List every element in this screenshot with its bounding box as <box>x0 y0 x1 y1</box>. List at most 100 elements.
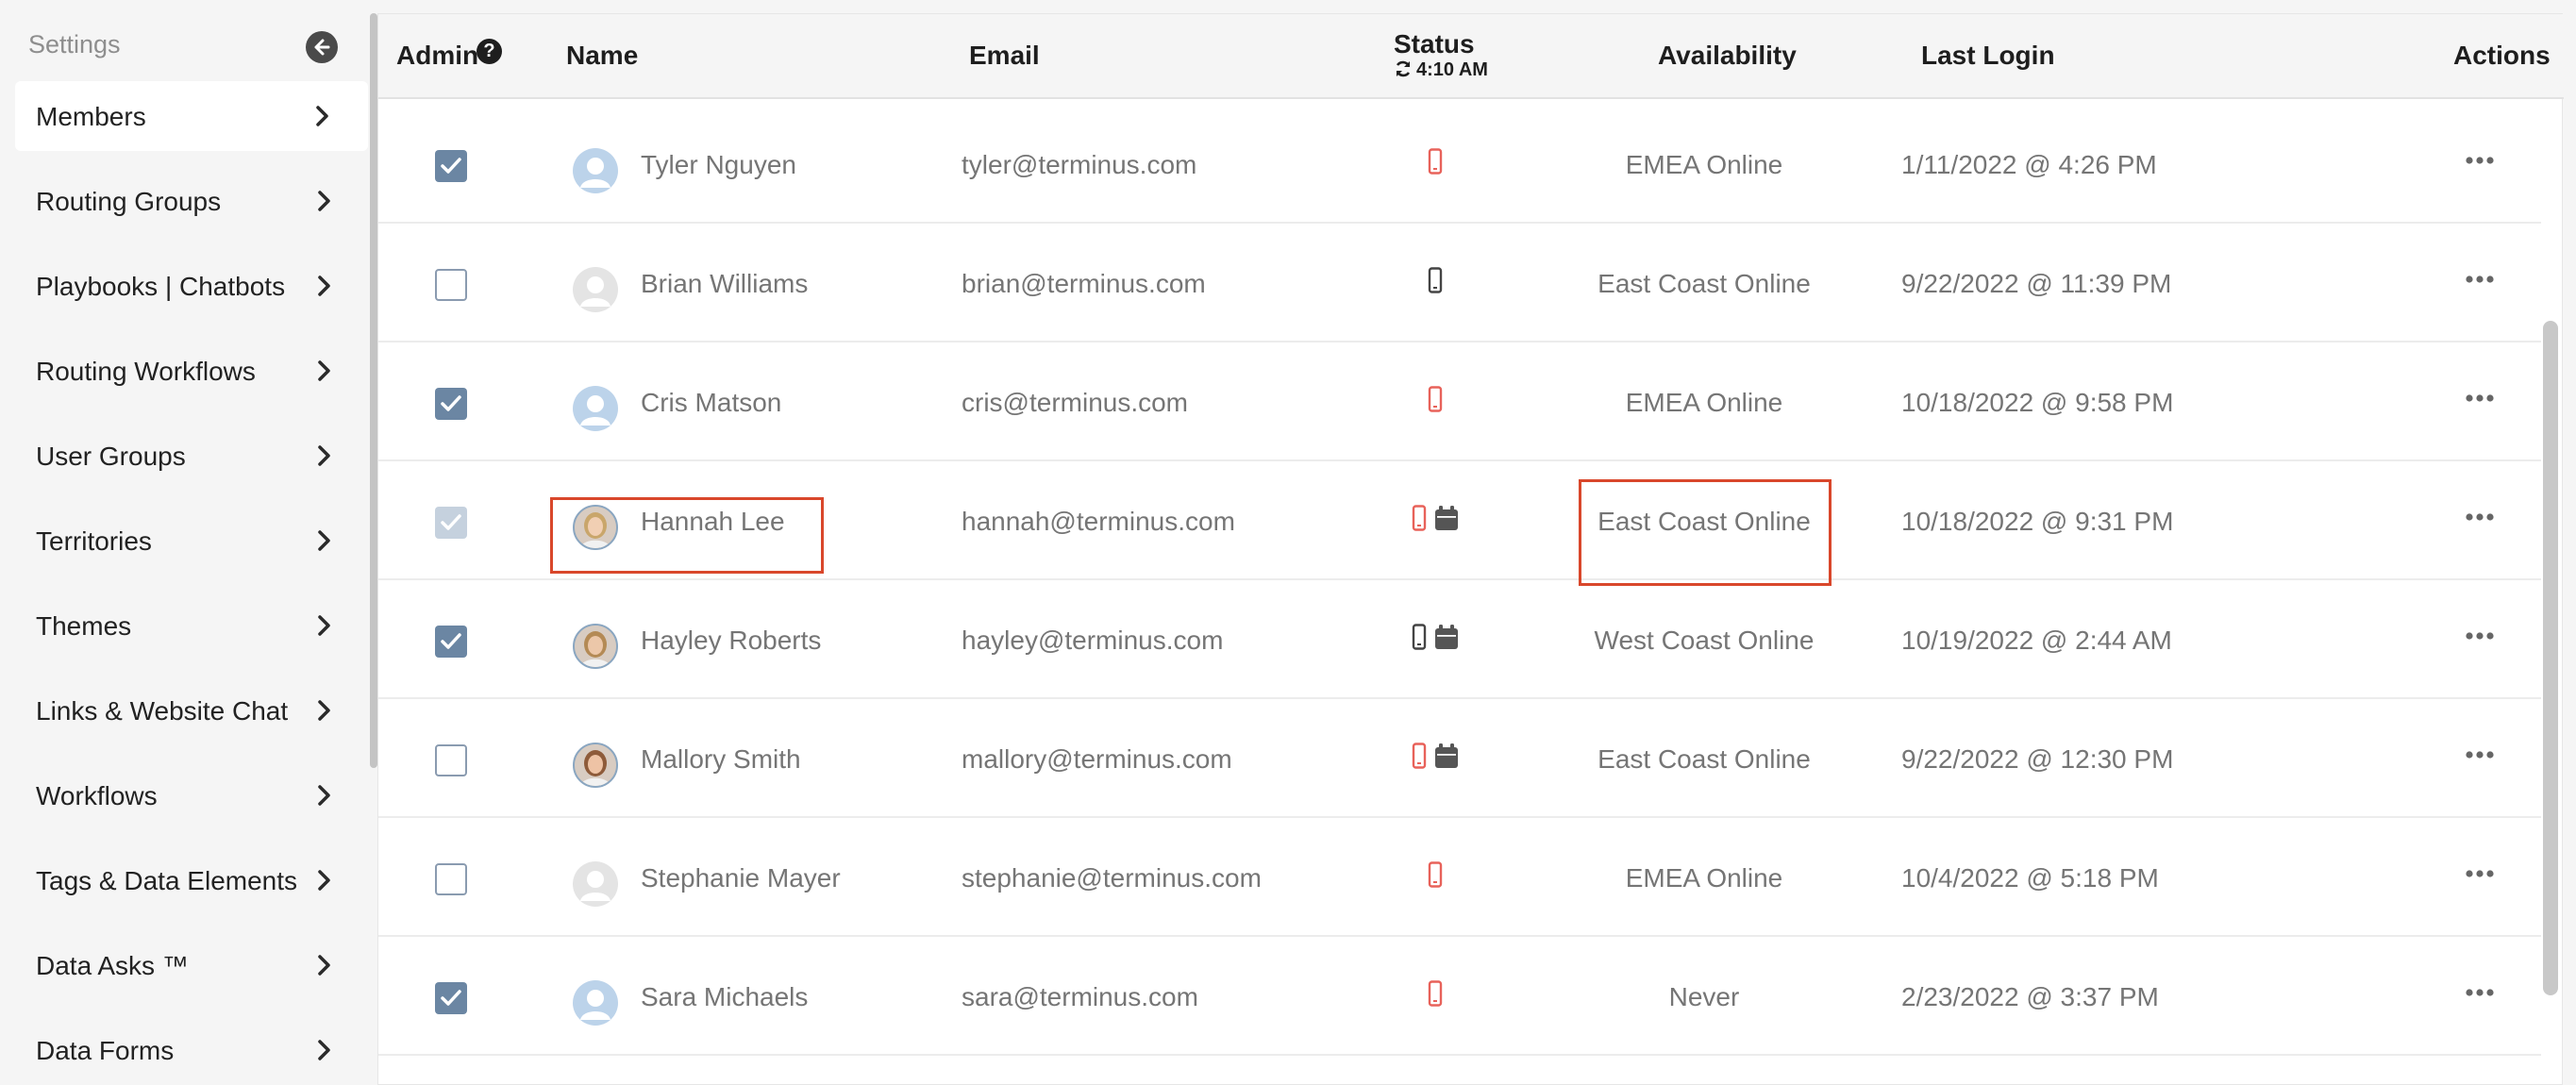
sidebar-item-label: Playbooks | Chatbots <box>36 272 286 301</box>
member-availability[interactable]: East Coast Online <box>1530 269 1879 299</box>
table-scrollbar[interactable] <box>2543 321 2558 995</box>
member-name[interactable]: Hayley Roberts <box>641 626 821 656</box>
status-icons <box>1369 743 1501 776</box>
avatar <box>573 980 618 1026</box>
more-actions-icon[interactable] <box>2466 156 2494 165</box>
status-icons <box>1369 505 1501 539</box>
sidebar-item-7[interactable]: Links & Website Chat <box>0 676 370 745</box>
column-header-actions: Actions <box>2453 41 2551 70</box>
admin-checkbox[interactable] <box>435 982 467 1014</box>
sidebar-item-3[interactable]: Routing Workflows <box>0 336 370 406</box>
settings-sidebar: Settings Members Routing Groups Playbooks … <box>0 0 370 1085</box>
admin-checkbox <box>435 507 467 539</box>
member-availability[interactable]: East Coast Online <box>1530 744 1879 775</box>
chevron-right-icon <box>318 700 330 721</box>
admin-checkbox[interactable] <box>435 863 467 895</box>
sidebar-item-8[interactable]: Workflows <box>0 760 370 830</box>
chevron-right-icon <box>316 106 328 126</box>
sidebar-item-11[interactable]: Data Forms <box>0 1015 370 1085</box>
column-header-last-login[interactable]: Last Login <box>1921 41 2055 71</box>
mobile-phone-icon <box>1412 624 1427 650</box>
sidebar-item-1[interactable]: Routing Groups <box>0 166 370 236</box>
member-availability[interactable]: EMEA Online <box>1530 150 1879 180</box>
sidebar-item-label: Themes <box>36 611 132 641</box>
avatar <box>573 624 618 669</box>
sidebar-item-5[interactable]: Territories <box>0 506 370 576</box>
sidebar-item-0[interactable]: Members <box>15 81 368 151</box>
mobile-phone-icon <box>1428 861 1443 888</box>
chevron-right-icon <box>318 785 330 806</box>
more-actions-icon[interactable] <box>2466 988 2494 997</box>
help-icon[interactable]: ? <box>477 39 502 64</box>
more-actions-icon[interactable] <box>2466 869 2494 878</box>
sidebar-item-label: Links & Website Chat <box>36 696 289 726</box>
status-refresh-time[interactable]: 4:10 AM <box>1394 59 1488 81</box>
status-icons <box>1369 267 1501 301</box>
status-icons <box>1369 624 1501 658</box>
sidebar-item-2[interactable]: Playbooks | Chatbots <box>0 251 370 321</box>
column-header-name[interactable]: Name <box>566 41 638 71</box>
member-availability[interactable]: West Coast Online <box>1530 626 1879 656</box>
admin-checkbox[interactable] <box>435 626 467 658</box>
sidebar-item-label: Workflows <box>36 781 158 810</box>
sidebar-item-9[interactable]: Tags & Data Elements <box>0 845 370 915</box>
sidebar-item-6[interactable]: Themes <box>0 591 370 660</box>
sidebar-item-label: Territories <box>36 526 152 556</box>
table-row: Brian Williams brian@terminus.com East Coa… <box>378 224 2541 342</box>
chevron-right-icon <box>318 191 330 211</box>
column-header-availability[interactable]: Availability <box>1658 41 1797 71</box>
chevron-right-icon <box>318 360 330 381</box>
member-name[interactable]: Mallory Smith <box>641 744 801 775</box>
avatar <box>573 386 618 431</box>
admin-checkbox[interactable] <box>435 744 467 776</box>
admin-checkbox[interactable] <box>435 388 467 420</box>
member-email: stephanie@terminus.com <box>962 863 1262 893</box>
member-last-login: 10/18/2022 @ 9:58 PM <box>1901 388 2174 417</box>
chevron-right-icon <box>318 1040 330 1060</box>
more-actions-icon[interactable] <box>2466 750 2494 760</box>
sidebar-scrollbar[interactable] <box>370 13 377 768</box>
table-header: Admin ? Name Email Status 4:10 AM Availa… <box>378 14 2564 99</box>
calendar-icon <box>1435 625 1458 649</box>
more-actions-icon[interactable] <box>2466 631 2494 641</box>
app-window: Settings Members Routing Groups Playbooks … <box>0 0 2576 1085</box>
sidebar-item-10[interactable]: Data Asks ™ <box>0 930 370 1000</box>
refresh-icon[interactable] <box>1394 59 1413 78</box>
chevron-right-icon <box>318 870 330 891</box>
column-header-status[interactable]: Status <box>1394 29 1475 59</box>
member-name[interactable]: Brian Williams <box>641 269 808 299</box>
mobile-phone-icon <box>1412 505 1427 531</box>
member-last-login: 10/18/2022 @ 9:31 PM <box>1901 507 2174 536</box>
avatar <box>573 148 618 193</box>
avatar <box>573 267 618 312</box>
more-actions-icon[interactable] <box>2466 393 2494 403</box>
member-last-login: 10/19/2022 @ 2:44 AM <box>1901 626 2172 655</box>
column-header-email[interactable]: Email <box>969 41 1040 71</box>
admin-checkbox[interactable] <box>435 269 467 301</box>
member-name[interactable]: Tyler Nguyen <box>641 150 796 180</box>
member-name[interactable]: Stephanie Mayer <box>641 863 841 893</box>
sidebar-item-label: User Groups <box>36 442 186 471</box>
mobile-phone-icon <box>1428 386 1443 412</box>
back-arrow-icon[interactable] <box>306 31 338 63</box>
member-availability[interactable]: EMEA Online <box>1530 863 1879 893</box>
member-availability[interactable]: EMEA Online <box>1530 388 1879 418</box>
avatar <box>573 861 618 907</box>
status-icons <box>1369 861 1501 895</box>
sidebar-title: Settings <box>28 30 121 58</box>
mobile-phone-icon <box>1428 148 1443 175</box>
sidebar-item-label: Data Forms <box>36 1036 175 1065</box>
member-availability[interactable]: Never <box>1530 982 1879 1012</box>
column-header-admin[interactable]: Admin <box>396 41 478 71</box>
member-name[interactable]: Sara Michaels <box>641 982 808 1012</box>
calendar-icon <box>1435 743 1458 768</box>
admin-checkbox[interactable] <box>435 150 467 182</box>
more-actions-icon[interactable] <box>2466 275 2494 284</box>
member-email: mallory@terminus.com <box>962 744 1232 774</box>
avatar <box>573 743 618 788</box>
member-name[interactable]: Cris Matson <box>641 388 781 418</box>
table-row: Stephanie Mayer stephanie@terminus.com EME… <box>378 818 2541 937</box>
sidebar-item-4[interactable]: User Groups <box>0 421 370 491</box>
more-actions-icon[interactable] <box>2466 512 2494 522</box>
table-row: Cris Matson cris@terminus.com EMEA Online 1… <box>378 342 2541 461</box>
